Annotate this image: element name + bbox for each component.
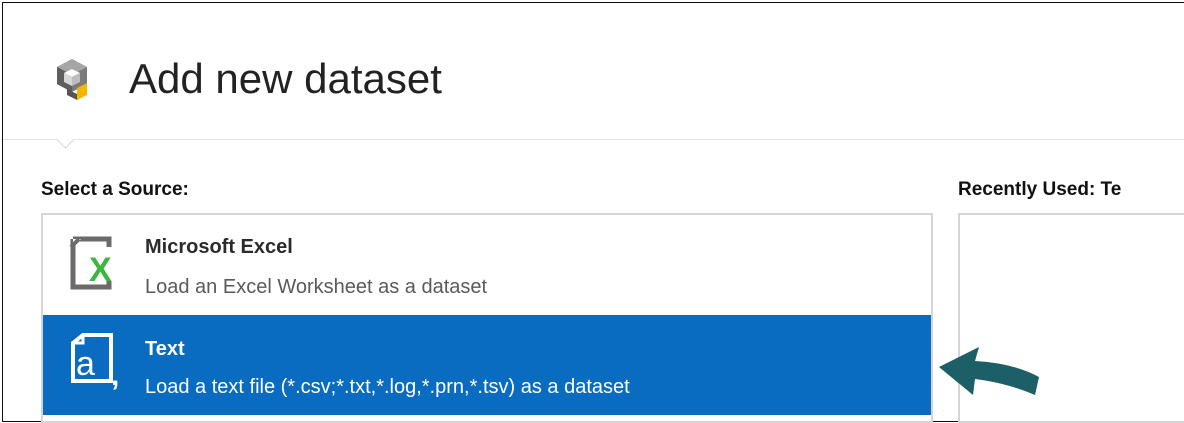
source-item-text[interactable]: a , Text Load a text file (*.csv;*.txt,*… [43, 315, 931, 415]
dialog-frame: Add new dataset Select a Source: Recentl… [2, 2, 1184, 423]
source-item-title: Microsoft Excel [145, 236, 293, 258]
svg-text:X: X [89, 251, 112, 289]
svg-text:,: , [111, 359, 119, 392]
recently-used-label: Recently Used: Te [958, 179, 1122, 200]
svg-text:a: a [76, 345, 95, 383]
select-source-label: Select a Source: [41, 179, 189, 200]
page-title: Add new dataset [129, 55, 442, 102]
dialog-header: Add new dataset [3, 3, 1184, 139]
header-divider [3, 139, 1184, 140]
excel-file-icon: X [69, 236, 112, 290]
text-file-icon: a , [71, 333, 119, 392]
source-item-description: Load a text file (*.csv;*.txt,*.log,*.pr… [145, 376, 630, 398]
dataset-cube-icon [57, 59, 87, 100]
source-list: X Microsoft Excel Load an Excel Workshee… [41, 213, 933, 423]
source-item-description: Load an Excel Worksheet as a dataset [145, 276, 488, 298]
source-item-title: Text [145, 338, 185, 360]
source-item-microsoft-excel[interactable]: X Microsoft Excel Load an Excel Workshee… [43, 215, 931, 315]
arrow-annotation-icon [939, 347, 1039, 395]
